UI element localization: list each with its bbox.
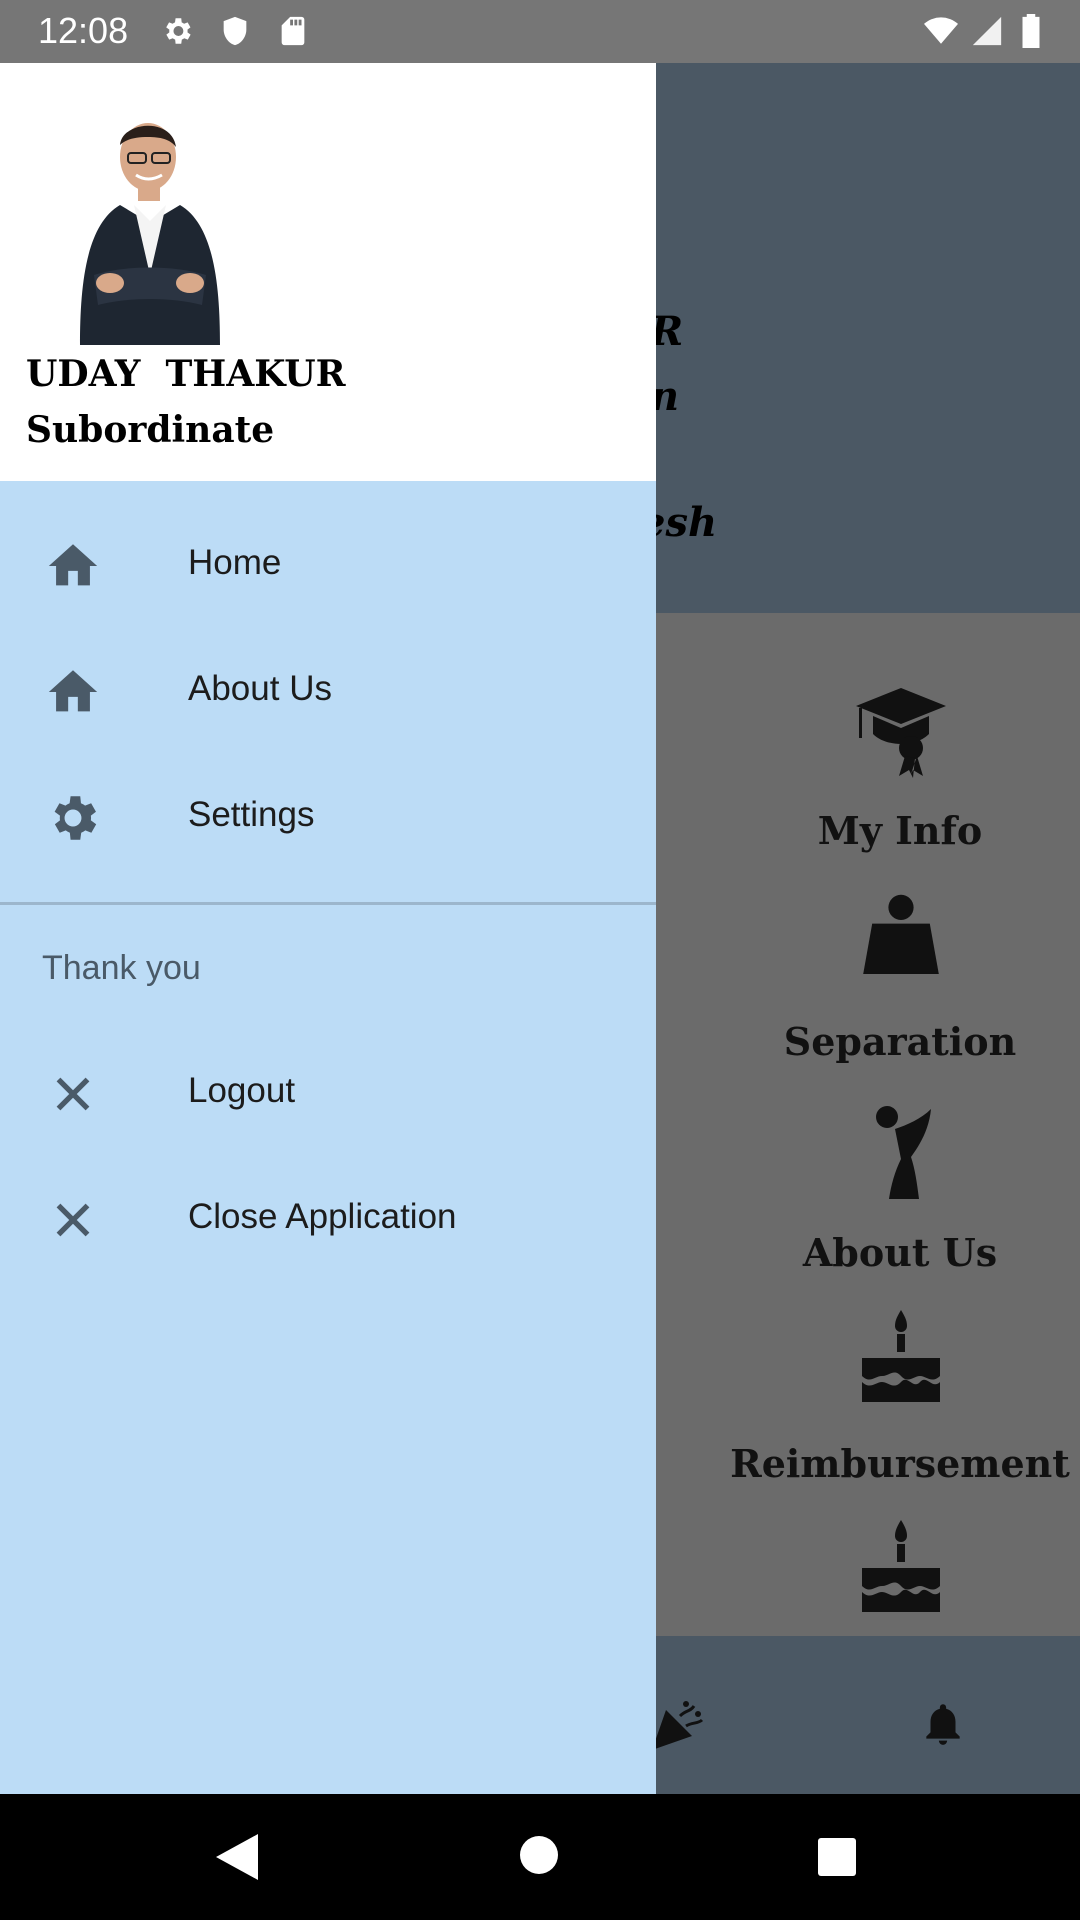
battery-icon [1022,14,1040,48]
home-circle-icon[interactable] [518,1834,560,1876]
gear-icon [54,796,97,840]
grid-item-label: Reimbursement [730,1441,1070,1486]
sd-card-icon [281,16,305,46]
system-navigation-bar [0,1794,1080,1920]
menu-item-label: Close Application [188,1197,457,1236]
close-icon [56,1077,90,1111]
grid-item-label: About Us [802,1230,998,1275]
cake-icon [862,1310,940,1402]
gear-icon [166,18,191,44]
person-desk-icon [863,894,939,974]
wifi-icon [924,17,958,44]
profile-role: Subordinate [26,409,275,451]
home-icon [48,670,98,712]
avatar [80,123,220,345]
recents-icon[interactable] [816,1836,858,1878]
menu-item-close-application[interactable]: Close Application [0,1165,656,1275]
celebration-icon[interactable] [650,1696,706,1752]
back-icon[interactable] [214,1832,260,1882]
bell-icon[interactable] [918,1696,968,1752]
grid-item-label: My Info [817,808,983,853]
menu-item-logout[interactable]: Logout [0,1039,656,1149]
close-icon [56,1203,90,1237]
figure-icon [876,1106,931,1199]
menu-item-settings[interactable]: Settings [0,763,656,873]
menu-item-label: About Us [188,669,332,708]
shield-icon [223,16,247,46]
menu-item-home[interactable]: Home [0,511,656,621]
home-icon [48,544,98,586]
navigation-drawer: UDAY THAKUR Subordinate Home About Us Se… [0,63,656,1794]
menu-item-label: Home [188,543,282,582]
status-time: 12:08 [38,10,129,51]
cake-icon [862,1520,940,1612]
status-bar: 12:08 [0,0,1080,63]
drawer-divider [0,902,656,905]
menu-item-label: Settings [188,795,315,834]
signal-icon [972,16,1002,46]
menu-item-label: Logout [188,1071,296,1110]
profile-name: UDAY THAKUR [26,353,346,395]
graduation-cap-icon [856,688,946,778]
grid-item-label: Separation [783,1019,1017,1064]
menu-item-about-us[interactable]: About Us [0,637,656,747]
drawer-header: UDAY THAKUR Subordinate [0,63,656,481]
section-title: Thank you [42,949,201,987]
